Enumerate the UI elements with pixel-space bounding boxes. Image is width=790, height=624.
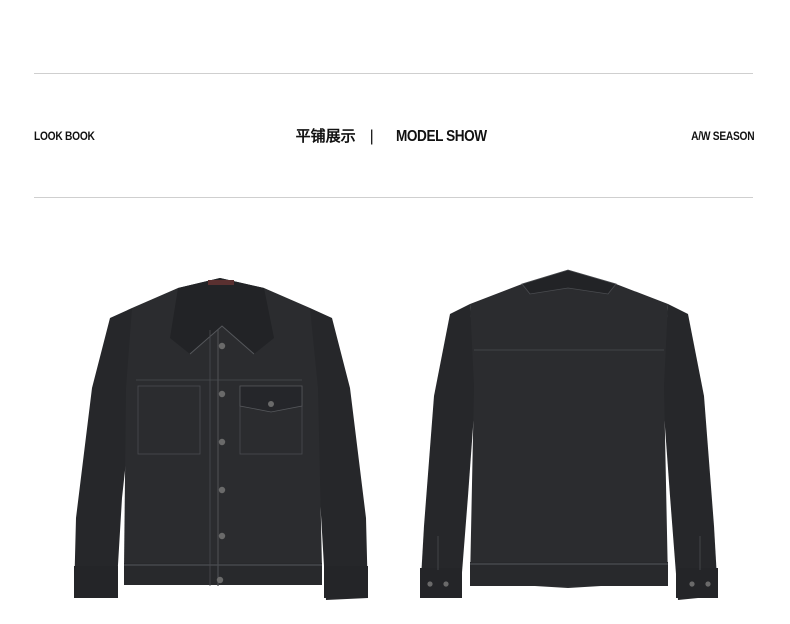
- top-divider: [34, 73, 753, 74]
- jacket-back-image: [418, 266, 720, 604]
- jacket-front-image: [70, 268, 372, 604]
- section-title-en: MODEL SHOW: [395, 128, 487, 145]
- season-label: A/W SEASON: [690, 129, 754, 143]
- section-title: 平铺展示 | MODEL SHOW: [0, 126, 790, 147]
- section-title-zh: 平铺展示: [295, 127, 356, 145]
- bottom-divider: [34, 197, 753, 198]
- title-separator: |: [369, 128, 374, 145]
